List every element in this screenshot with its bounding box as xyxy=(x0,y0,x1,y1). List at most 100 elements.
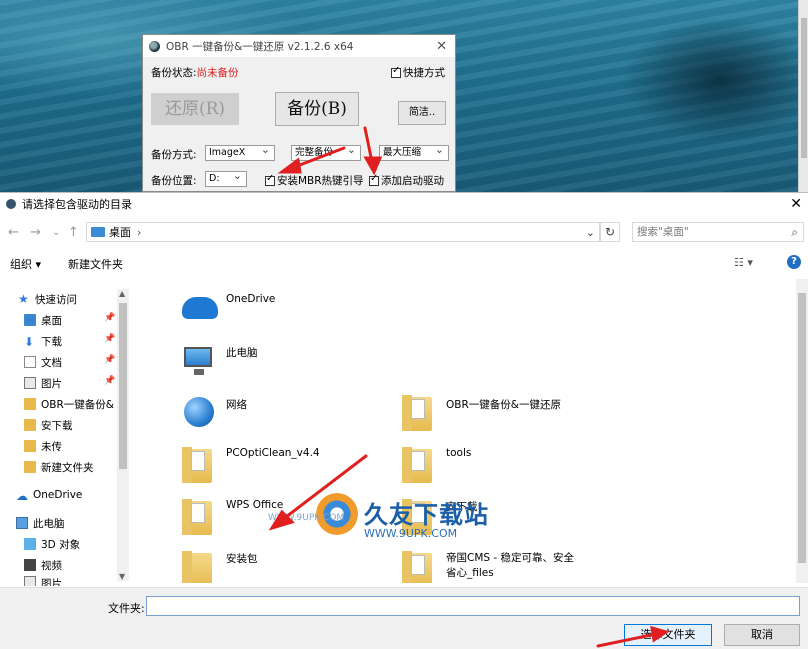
search-icon[interactable]: ⌕ xyxy=(791,223,798,241)
chevron-down-icon[interactable]: ⌄ xyxy=(52,227,60,238)
picture-icon xyxy=(24,377,36,389)
up-arrow-icon[interactable]: ↑ xyxy=(68,225,79,240)
sidebar-item-weichuan[interactable]: 未传 xyxy=(24,436,62,456)
pin-icon[interactable]: 📌 xyxy=(104,376,115,386)
mbr-checkbox[interactable]: 安装MBR热键引导 xyxy=(265,173,364,188)
watermark: 久友下载站 WWW.9UPK.COM WWW.9UPK.COM xyxy=(268,489,496,549)
checkbox-icon[interactable] xyxy=(391,65,401,78)
scroll-down-icon[interactable]: ▼ xyxy=(119,572,125,581)
sidebar-item-pictures-2[interactable]: 图片 xyxy=(24,576,62,586)
list-item[interactable]: 此电脑 xyxy=(180,341,258,381)
sidebar-item-label: 图片 xyxy=(41,578,62,586)
pin-icon[interactable]: 📌 xyxy=(104,313,115,323)
sidebar-item-label: OBR一键备份& xyxy=(41,398,114,411)
organize-menu[interactable]: 组织 ▾ xyxy=(10,256,41,272)
folder-icon xyxy=(180,549,220,583)
folder-icon xyxy=(180,445,220,485)
new-folder-button[interactable]: 新建文件夹 xyxy=(68,256,123,272)
desktop-folder-icon xyxy=(91,227,105,237)
address-bar-row: ← → ⌄ ↑ 桌面 › ⌄ ↻ 搜索"桌面" ⌕ xyxy=(0,220,808,246)
sidebar-item-label: 图片 xyxy=(41,377,62,390)
item-label: 此电脑 xyxy=(226,347,258,359)
sidebar-item-onedrive[interactable]: ☁ OneDrive xyxy=(16,485,82,505)
list-item[interactable]: OBR一键备份&一键还原 xyxy=(400,393,561,433)
cancel-button[interactable]: 取消 xyxy=(724,624,800,646)
help-icon[interactable]: ? xyxy=(787,255,801,269)
sidebar-item-label: 3D 对象 xyxy=(41,538,81,551)
close-icon[interactable]: ✕ xyxy=(790,196,802,212)
scroll-up-icon[interactable]: ▲ xyxy=(119,289,125,298)
chevron-down-icon[interactable]: ⌄ xyxy=(586,226,595,239)
sidebar-item-3d-objects[interactable]: 3D 对象 xyxy=(24,534,80,554)
background-scrollbar[interactable] xyxy=(798,0,808,192)
list-item[interactable]: tools xyxy=(400,445,471,485)
clean-button[interactable]: 简洁.. xyxy=(398,101,446,125)
pc-icon xyxy=(180,341,220,381)
sidebar-item-label: 新建文件夹 xyxy=(41,461,94,474)
pin-icon[interactable]: 📌 xyxy=(104,334,115,344)
folder-field[interactable] xyxy=(146,596,800,616)
close-icon[interactable]: ✕ xyxy=(436,39,447,54)
back-arrow-icon[interactable]: ← xyxy=(8,225,19,240)
folder-icon xyxy=(180,497,220,537)
3d-icon xyxy=(24,538,36,550)
item-label: 帝国CMS - 稳定可靠、安全省心_files xyxy=(446,552,575,579)
list-item[interactable]: 安装包 xyxy=(180,549,258,583)
shortcut-checkbox[interactable]: 快捷方式 xyxy=(391,65,445,80)
list-item[interactable]: 网络 xyxy=(180,393,247,433)
restore-button[interactable]: 还原(R) xyxy=(151,93,239,125)
document-icon xyxy=(24,356,36,368)
list-item[interactable]: PCOptiClean_v4.4 xyxy=(180,445,320,485)
dialog-title: 请选择包含驱动的目录 xyxy=(22,198,132,211)
refresh-icon[interactable]: ↻ xyxy=(600,222,620,242)
compress-select[interactable]: 最大压缩 xyxy=(379,143,449,161)
video-icon xyxy=(24,559,36,571)
type-select[interactable]: 完整备份 xyxy=(291,143,361,161)
location-select[interactable]: D: xyxy=(205,169,247,187)
select-folder-button[interactable]: 选择文件夹 xyxy=(624,624,712,646)
sidebar-item-downloads[interactable]: ⬇ 下载 xyxy=(24,331,62,351)
item-label: PCOptiClean_v4.4 xyxy=(226,447,320,459)
mbr-label: 安装MBR热键引导 xyxy=(277,175,364,187)
folder-dialog: 请选择包含驱动的目录 ✕ ← → ⌄ ↑ 桌面 › ⌄ ↻ 搜索"桌面" ⌕ 组… xyxy=(0,192,808,649)
folder-icon xyxy=(400,445,440,485)
background-scrollbar-thumb[interactable] xyxy=(801,18,807,158)
checkbox-icon[interactable] xyxy=(369,173,379,186)
cloud-icon: ☁ xyxy=(16,489,28,503)
sidebar-item-this-pc[interactable]: 此电脑 xyxy=(16,513,65,533)
obr-window: OBR 一键备份&一键还原 v2.1.2.6 x64 ✕ 备份状态:尚未备份 快… xyxy=(142,34,456,192)
folder-icon xyxy=(24,398,36,410)
chevron-right-icon[interactable]: › xyxy=(137,226,141,239)
checkbox-icon[interactable] xyxy=(265,173,275,186)
sidebar-item-videos[interactable]: 视频 xyxy=(24,555,62,575)
search-input[interactable]: 搜索"桌面" ⌕ xyxy=(632,222,804,242)
item-label: 安装包 xyxy=(226,553,258,565)
sidebar-item-new-folder[interactable]: 新建文件夹 xyxy=(24,457,94,477)
sidebar-item-documents[interactable]: 文档 xyxy=(24,352,62,372)
pin-icon[interactable]: 📌 xyxy=(104,355,115,365)
content-scrollbar-thumb[interactable] xyxy=(798,293,806,563)
view-options-icon[interactable]: ☷ ▾ xyxy=(734,256,753,269)
folder-field-label: 文件夹: xyxy=(108,602,145,615)
boot-driver-checkbox[interactable]: 添加启动驱动 xyxy=(369,173,444,188)
sidebar-item-label: 下载 xyxy=(41,335,62,348)
sidebar-item-obr-folder[interactable]: OBR一键备份& xyxy=(24,394,114,414)
content-scrollbar[interactable] xyxy=(796,279,808,583)
sidebar-item-desktop[interactable]: 桌面 xyxy=(24,310,62,330)
address-bar[interactable]: 桌面 › ⌄ xyxy=(86,222,600,242)
folder-icon xyxy=(400,393,440,433)
list-item[interactable]: 帝国CMS - 稳定可靠、安全省心_files xyxy=(400,549,576,583)
mode-select[interactable]: ImageX xyxy=(205,143,275,161)
sidebar-scrollbar[interactable]: ▲ ▼ xyxy=(117,289,129,581)
item-label: OBR一键备份&一键还原 xyxy=(446,399,561,411)
sidebar-item-anxiazai[interactable]: 安下载 xyxy=(24,415,73,435)
obr-title: OBR 一键备份&一键还原 v2.1.2.6 x64 xyxy=(166,40,354,53)
sidebar-scrollbar-thumb[interactable] xyxy=(119,303,127,469)
forward-arrow-icon[interactable]: → xyxy=(30,225,41,240)
backup-button[interactable]: 备份(B) xyxy=(275,92,359,126)
sidebar-item-pictures[interactable]: 图片 xyxy=(24,373,62,393)
status-row: 备份状态:尚未备份 xyxy=(151,65,239,80)
sidebar-item-label: 未传 xyxy=(41,440,62,453)
sidebar-item-quick-access[interactable]: ★ 快速访问 xyxy=(18,289,77,309)
list-item[interactable]: OneDrive xyxy=(180,291,275,331)
